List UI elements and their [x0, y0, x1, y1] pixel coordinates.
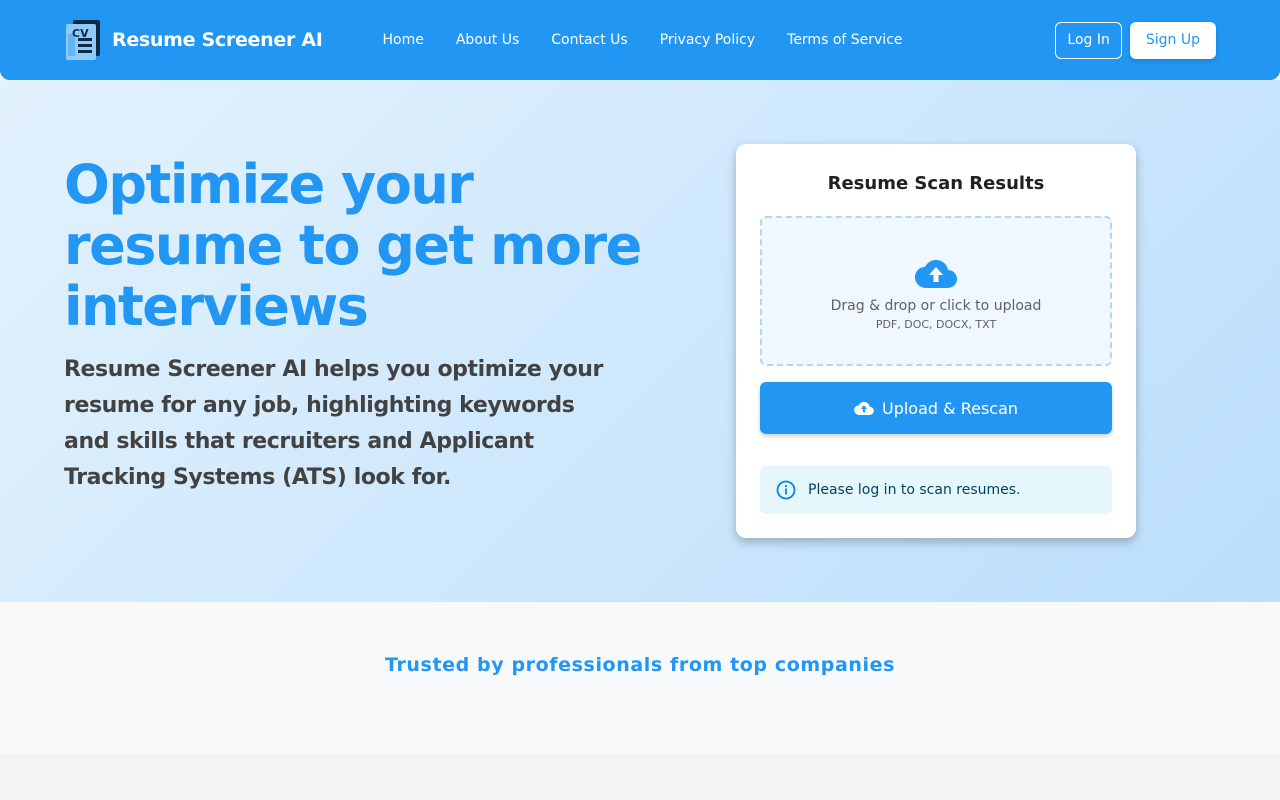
nav-link-contact-us[interactable]: Contact Us [535, 32, 643, 48]
hero-title: Optimize your resume to get more intervi… [64, 153, 642, 338]
signup-button[interactable]: Sign Up [1129, 21, 1216, 59]
login-button[interactable]: Log In [1055, 21, 1122, 59]
info-icon [776, 480, 796, 500]
upload-dropzone[interactable]: Drag & drop or click to upload PDF, DOC,… [760, 216, 1112, 366]
login-alert: Please log in to scan resumes. [760, 466, 1112, 514]
alert-text: Please log in to scan resumes. [808, 482, 1021, 498]
nav-link-home[interactable]: Home [367, 32, 440, 48]
nav-link-terms-of-service[interactable]: Terms of Service [771, 32, 918, 48]
cloud-upload-icon [854, 401, 874, 415]
cloud-upload-icon [915, 259, 957, 288]
upload-rescan-label: Upload & Rescan [881, 398, 1019, 418]
trusted-section: Trusted by professionals from top compan… [0, 602, 1280, 754]
resume-scan-card: Resume Scan Results Drag & drop or click… [736, 144, 1136, 538]
nav-links: Home About Us Contact Us Privacy Policy … [367, 32, 919, 48]
resume-cv-icon: CV [64, 20, 102, 60]
nav-actions: Log In Sign Up [1055, 21, 1216, 59]
brand-name: Resume Screener AI [112, 29, 323, 51]
trusted-title: Trusted by professionals from top compan… [384, 654, 896, 676]
nav-link-privacy-policy[interactable]: Privacy Policy [644, 32, 771, 48]
nav-link-about-us[interactable]: About Us [440, 32, 535, 48]
brand[interactable]: CV Resume Screener AI [64, 20, 323, 60]
logo-text: CV [72, 27, 89, 40]
navbar: CV Resume Screener AI Home About Us Cont… [0, 0, 1280, 80]
dropzone-formats: PDF, DOC, DOCX, TXT [875, 317, 997, 331]
hero-section: Optimize your resume to get more intervi… [0, 80, 1280, 602]
hero-description: Resume Screener AI helps you optimize yo… [64, 357, 604, 490]
scan-card-title: Resume Scan Results [827, 173, 1045, 194]
upload-rescan-button[interactable]: Upload & Rescan [760, 382, 1112, 434]
dropzone-text: Drag & drop or click to upload [830, 297, 1042, 314]
